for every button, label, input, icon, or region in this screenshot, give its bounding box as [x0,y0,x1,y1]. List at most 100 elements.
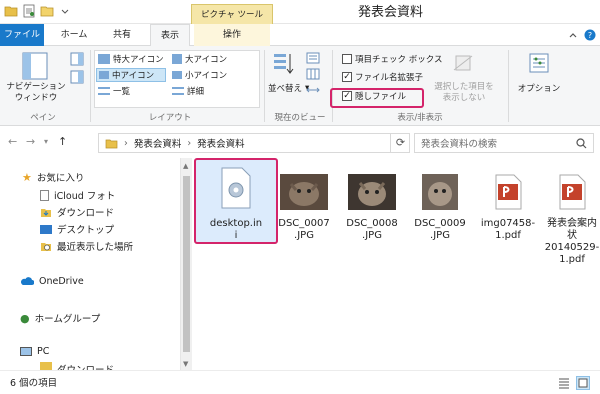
hide-selected-label-1: 選択した項目を [434,82,494,92]
group-by-icon[interactable] [306,52,320,64]
folder-icon[interactable] [4,4,18,18]
group-separator [332,50,333,122]
sort-by-button[interactable]: 並べ替え ▾ [268,82,309,94]
sort-by-label: 並べ替え [268,84,303,94]
nav-item-desktop[interactable]: デスクトップ [40,222,114,236]
new-folder-icon[interactable] [40,4,54,18]
downloads-folder-icon [41,208,51,217]
window-title: 発表会資料 [358,5,424,20]
nav-item-onedrive[interactable]: OneDrive [20,276,84,287]
scroll-down-icon[interactable]: ▼ [183,360,188,368]
nav-item-recent-places[interactable]: 最近表示した場所 [40,239,133,253]
tab-file[interactable]: ファイル [0,24,44,46]
file-item[interactable]: desktop.in i [200,166,272,242]
nav-pane-scrollbar[interactable]: ▲ ▼ [180,158,192,370]
desktop-icon [40,224,52,234]
customize-qat-icon[interactable] [58,4,72,18]
show-hide-group-label: 表示/非表示 [397,113,443,123]
title-bar: ピクチャ ツール 発表会資料 [0,0,600,24]
layout-medium-icons[interactable]: 中アイコン [96,68,166,82]
quick-access-toolbar [4,4,72,18]
forward-arrow-icon[interactable]: → [26,135,35,148]
tab-view[interactable]: 表示 [150,24,190,47]
cat-photo-thumbnail [280,174,328,210]
tab-share[interactable]: 共有 [104,24,140,46]
nav-label: ダウンロード [57,362,114,370]
breadcrumb-item[interactable]: 発表会資料 [197,136,245,150]
navigation-pane-icon[interactable] [22,52,48,80]
homegroup-icon: ● [20,311,30,325]
search-box[interactable]: 発表会資料の検索 [414,133,594,153]
large-icons-view-icon[interactable] [576,376,590,390]
hide-selected-label-2: 表示しない [442,93,486,103]
file-item[interactable]: DSC_0008 .JPG [336,166,408,242]
add-columns-icon[interactable] [306,68,320,80]
nav-item-pc-downloads[interactable]: ダウンロード [40,362,114,370]
folder-icon [105,139,118,148]
file-extensions-toggle[interactable]: ✓ ファイル名拡張子 [342,71,423,83]
tab-home[interactable]: ホーム [54,24,94,46]
options-button[interactable]: オプション [514,82,564,94]
options-icon[interactable] [528,52,550,74]
small-icons-label: 小アイコン [185,71,228,81]
tab-manage[interactable]: 操作 [194,24,270,46]
layout-group-label: レイアウト [148,113,192,123]
nav-item-favorites[interactable]: ★ お気に入り [22,170,85,185]
properties-icon[interactable] [22,4,36,18]
navigation-pane-label-2: ウィンドウ [14,93,58,103]
navigation-pane-button[interactable]: ナビゲーション ウィンドウ [6,82,66,104]
file-name-line: 発表会案内 [547,218,597,229]
svg-text:?: ? [588,31,592,40]
refresh-icon[interactable]: ⟳ [390,133,410,153]
recent-locations-chevron-icon[interactable]: ▾ [44,137,48,146]
search-icon[interactable] [576,137,587,149]
up-arrow-icon[interactable]: ↑ [58,135,67,148]
picture-tools-context-tab: ピクチャ ツール [191,4,273,24]
file-name-line: .JPG [294,230,314,241]
file-item[interactable]: img07458- 1.pdf [472,166,544,242]
details-pane-icon[interactable] [70,70,84,84]
small-icons-icon [172,71,182,79]
pdf-icon [495,174,522,210]
scroll-up-icon[interactable]: ▲ [183,162,188,170]
sort-by-icon[interactable] [272,52,294,78]
size-columns-icon[interactable] [306,84,320,96]
nav-item-downloads[interactable]: ダウンロード [40,205,114,219]
address-row: ← → ▾ ↑ › 発表会資料 › 発表会資料 ⟳ 発表会資料の検索 [0,127,600,157]
details-view-icon[interactable] [558,377,570,389]
file-extensions-checkbox[interactable]: ✓ [342,72,352,82]
layout-large-icons[interactable]: 大アイコン [172,53,227,65]
preview-pane-icon[interactable] [70,52,84,66]
file-item[interactable]: 発表会案内 状 20140529- 1.pdf [538,166,600,266]
extra-large-icons-icon [98,54,110,64]
file-item[interactable]: DSC_0009 .JPG [404,166,476,242]
scrollbar-thumb[interactable] [183,176,190,352]
details-icon [172,87,184,95]
layout-list[interactable]: 一覧 [98,85,130,97]
layout-details[interactable]: 詳細 [172,85,204,97]
breadcrumb-separator-icon[interactable]: › [124,138,128,149]
details-label: 詳細 [187,87,205,97]
item-checkboxes-checkbox[interactable] [342,54,352,64]
hide-selected-icon[interactable] [452,54,474,72]
address-bar[interactable]: › 発表会資料 › 発表会資料 [98,133,410,153]
breadcrumb-item[interactable]: 発表会資料 [134,136,182,150]
nav-item-icloud-photos[interactable]: iCloud フォト [40,188,115,202]
breadcrumb-separator-icon[interactable]: › [187,138,191,149]
chevron-up-icon[interactable] [568,30,578,40]
group-separator [90,50,91,122]
nav-item-homegroup[interactable]: ● ホームグループ [20,311,101,326]
hide-selected-button[interactable]: 選択した項目を 表示しない [434,82,494,104]
help-icon[interactable]: ? [584,29,596,41]
layout-small-icons[interactable]: 小アイコン [172,69,227,81]
file-item[interactable]: DSC_0007 .JPG [268,166,340,242]
nav-item-pc[interactable]: PC [20,346,49,357]
layout-extra-large-icons[interactable]: 特大アイコン [98,53,164,65]
recent-places-icon [41,242,51,251]
back-arrow-icon[interactable]: ← [8,135,17,148]
group-separator [508,50,509,122]
item-checkboxes-toggle[interactable]: 項目チェック ボックス [342,53,442,65]
nav-label: ホームグループ [34,314,101,325]
file-name-line: img07458- [480,218,536,229]
nav-label: お気に入り [36,173,85,184]
